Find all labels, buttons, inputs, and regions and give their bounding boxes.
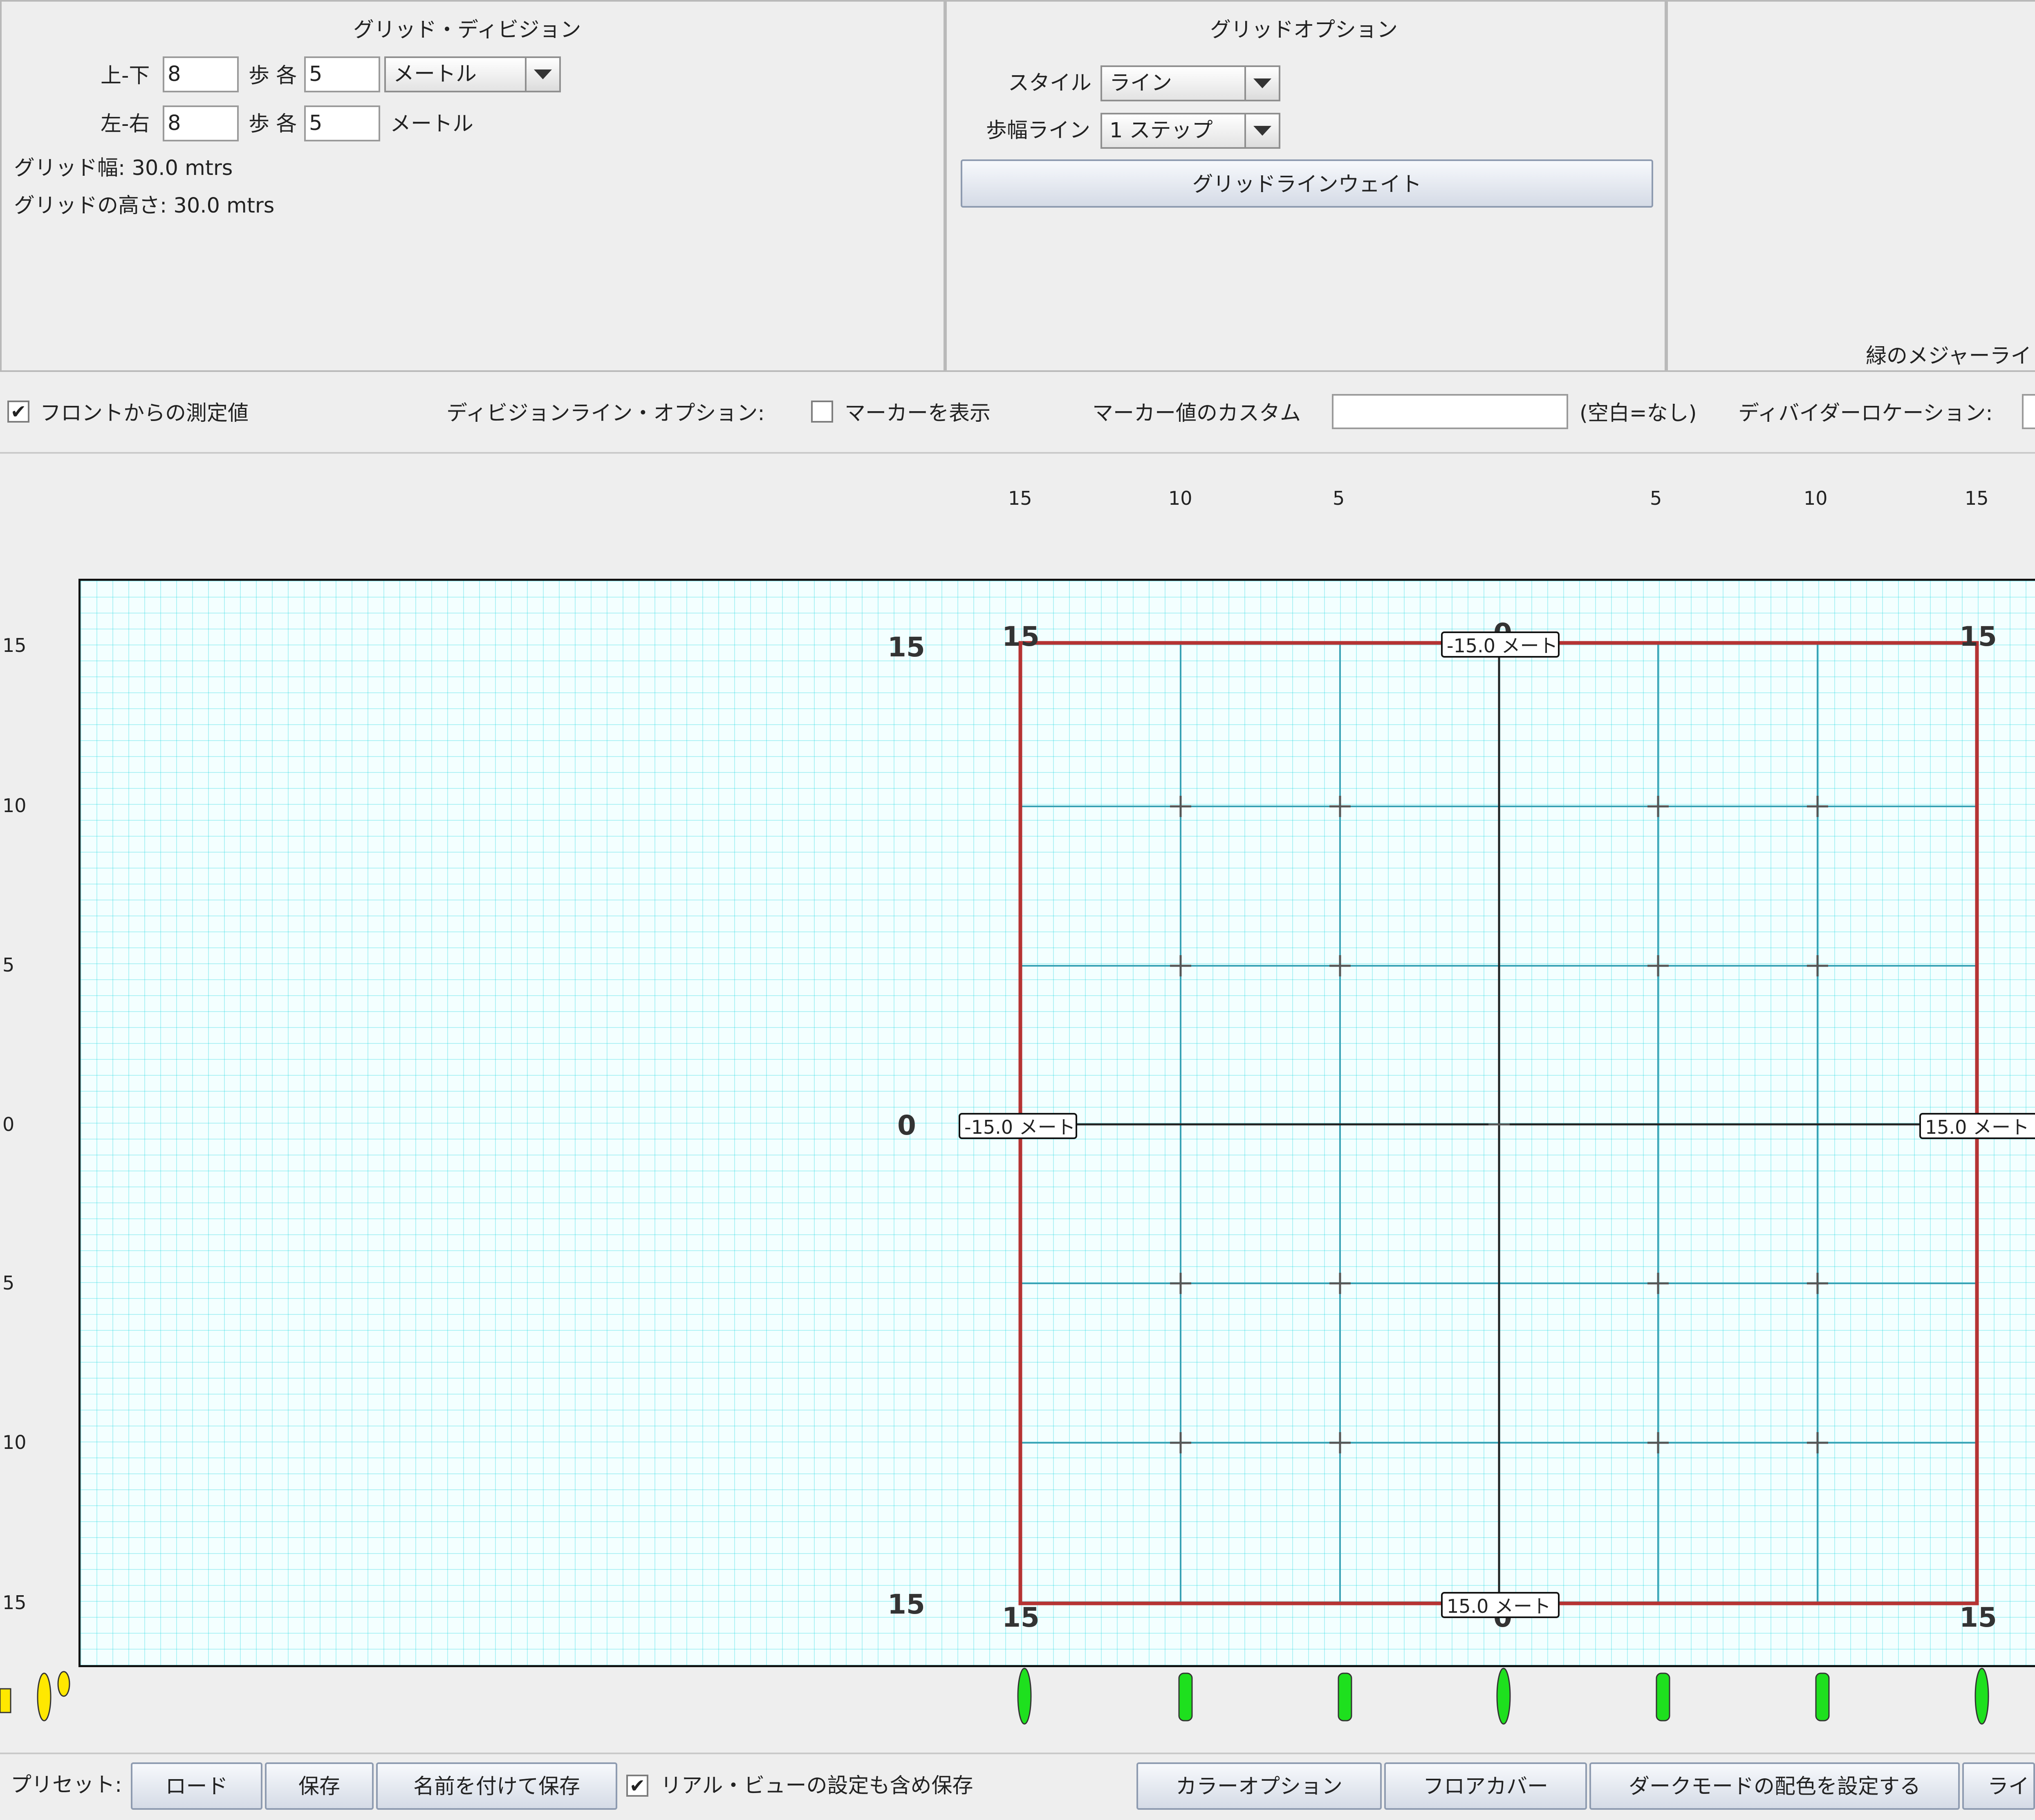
left-ruler-label: 10 (2, 1431, 27, 1453)
top-value-label: -15.0 メート (1441, 631, 1560, 658)
left-ruler-label: 10 (2, 795, 27, 817)
chevron-down-icon[interactable] (525, 58, 559, 91)
step-line-select-value: 1 ステップ (1109, 119, 1213, 143)
step-line-label: 歩幅ライン (986, 119, 1091, 143)
grid-options-panel: グリッドオプション スタイル ライン 歩幅ライン 1 ステップ グリッドラインウ… (945, 0, 1666, 372)
up-down-label: 上-下 (101, 64, 150, 88)
big-left-number: 15 (888, 1589, 925, 1620)
grid-height-text: グリッドの高さ: 30.0 mtrs (14, 194, 275, 218)
divider-location-label: ディバイダーロケーション: (1738, 401, 1993, 425)
right-options-panel: 緑のメジャーライ (1666, 0, 2035, 372)
ra-button[interactable]: ライ (1962, 1762, 2035, 1810)
chevron-down-icon[interactable] (1244, 114, 1279, 147)
blank-none-label: (空白=なし) (1580, 401, 1697, 425)
dark-mode-colors-button[interactable]: ダークモードの配色を設定する (1589, 1762, 1960, 1810)
include-real-view-label: リアル・ビューの設定も含め保存 (661, 1774, 973, 1798)
left-right-step-input[interactable]: 5 (304, 105, 380, 141)
grid-options-title: グリッドオプション (1210, 18, 1398, 42)
save-button[interactable]: 保存 (265, 1762, 374, 1810)
bottom-value-label: 15.0 メート (1441, 1592, 1560, 1618)
top-ruler-label: 15 (1965, 487, 1989, 509)
center-lines (1020, 643, 1977, 1603)
show-marker-label: マーカーを表示 (845, 401, 991, 425)
left-value-label: -15.0 メート (959, 1113, 1077, 1139)
right-value-label: 15.0 メート (1919, 1113, 2035, 1139)
left-right-label: 左-右 (101, 112, 150, 136)
left-ruler-label: 15 (2, 634, 27, 656)
corner-number: 15 (1959, 1602, 1997, 1633)
grid-canvas[interactable]: 15 0 15 15 15 15 15 0 0 -15.0 メート 15.0 メ… (78, 579, 2035, 1667)
up-down-step-label: 歩 各 (249, 64, 297, 88)
top-ruler-label: 10 (1168, 487, 1192, 509)
unit-select[interactable]: メートル (384, 56, 561, 92)
measure-front-checkbox[interactable]: ✔ (7, 401, 29, 423)
yellow-marker-icon (57, 1671, 70, 1697)
load-button[interactable]: ロード (131, 1762, 262, 1810)
grid-width-text: グリッド幅: 30.0 mtrs (14, 156, 233, 180)
division-options-label: ディビジョンライン・オプション: (446, 401, 765, 425)
green-marker-icon (1338, 1672, 1352, 1722)
top-ruler-label: 5 (1333, 487, 1345, 509)
divider-location-input[interactable] (2022, 394, 2035, 429)
green-marker-icon (1974, 1668, 1989, 1725)
top-ruler-label: 10 (1804, 487, 1828, 509)
grid-line-weight-button[interactable]: グリッドラインウェイト (961, 159, 1653, 208)
left-ruler-label: 5 (2, 1272, 15, 1294)
green-marker-icon (1656, 1672, 1670, 1722)
color-options-button[interactable]: カラーオプション (1136, 1762, 1382, 1810)
green-major-line-label: 緑のメジャーライ (1866, 344, 2032, 368)
green-marker-icon (1496, 1668, 1511, 1725)
big-left-number: 15 (888, 631, 925, 663)
grid-division-panel: グリッド・ディビジョン 上-下 8 歩 各 5 メートル 左-右 8 歩 各 5… (0, 0, 945, 372)
unit-select-value: メートル (393, 62, 477, 86)
top-ruler-label: 5 (1650, 487, 1662, 509)
include-real-view-checkbox[interactable]: ✔ (626, 1775, 648, 1797)
up-down-input[interactable]: 8 (163, 56, 239, 92)
marker-custom-label: マーカー値のカスタム (1092, 401, 1301, 425)
corner-number: 15 (1959, 621, 1997, 652)
measure-front-label: フロントからの測定値 (40, 401, 249, 425)
options-separator (0, 452, 2035, 454)
left-ruler-label: 0 (2, 1113, 15, 1135)
presets-bar: プリセット: ロード 保存 名前を付けて保存 ✔ リアル・ビューの設定も含め保存… (0, 1754, 2035, 1820)
top-ruler-label: 15 (1008, 487, 1032, 509)
yellow-handle-icon (0, 1688, 11, 1713)
show-marker-checkbox[interactable] (811, 401, 833, 423)
big-left-number: 0 (897, 1110, 916, 1141)
style-select-value: ライン (1109, 71, 1172, 95)
green-marker-icon (1815, 1672, 1830, 1722)
left-right-input[interactable]: 8 (163, 105, 239, 141)
presets-label: プリセット: (11, 1773, 122, 1797)
left-right-unit-label: メートル (390, 112, 474, 136)
marker-row (0, 1668, 1989, 1725)
left-ruler-label: 5 (2, 954, 15, 976)
style-label: スタイル (1008, 71, 1092, 95)
left-ruler-label: 15 (2, 1592, 27, 1614)
corner-number: 15 (1002, 621, 1040, 652)
floor-cover-button[interactable]: フロアカバー (1384, 1762, 1587, 1810)
chevron-down-icon[interactable] (1244, 67, 1279, 100)
grid-division-title: グリッド・ディビジョン (353, 18, 581, 42)
options-bar: ✔ フロントからの測定値 ディビジョンライン・オプション: マーカーを表示 マー… (0, 372, 2035, 453)
left-right-step-label: 歩 各 (249, 112, 297, 136)
yellow-marker-icon (37, 1672, 52, 1722)
style-select[interactable]: ライン (1100, 65, 1280, 101)
marker-custom-input[interactable] (1332, 394, 1568, 429)
green-marker-icon (1178, 1672, 1193, 1722)
up-down-step-input[interactable]: 5 (304, 56, 380, 92)
green-marker-icon (1017, 1668, 1032, 1725)
corner-number: 15 (1002, 1602, 1040, 1633)
save-as-button[interactable]: 名前を付けて保存 (376, 1762, 617, 1810)
step-line-select[interactable]: 1 ステップ (1100, 113, 1280, 149)
